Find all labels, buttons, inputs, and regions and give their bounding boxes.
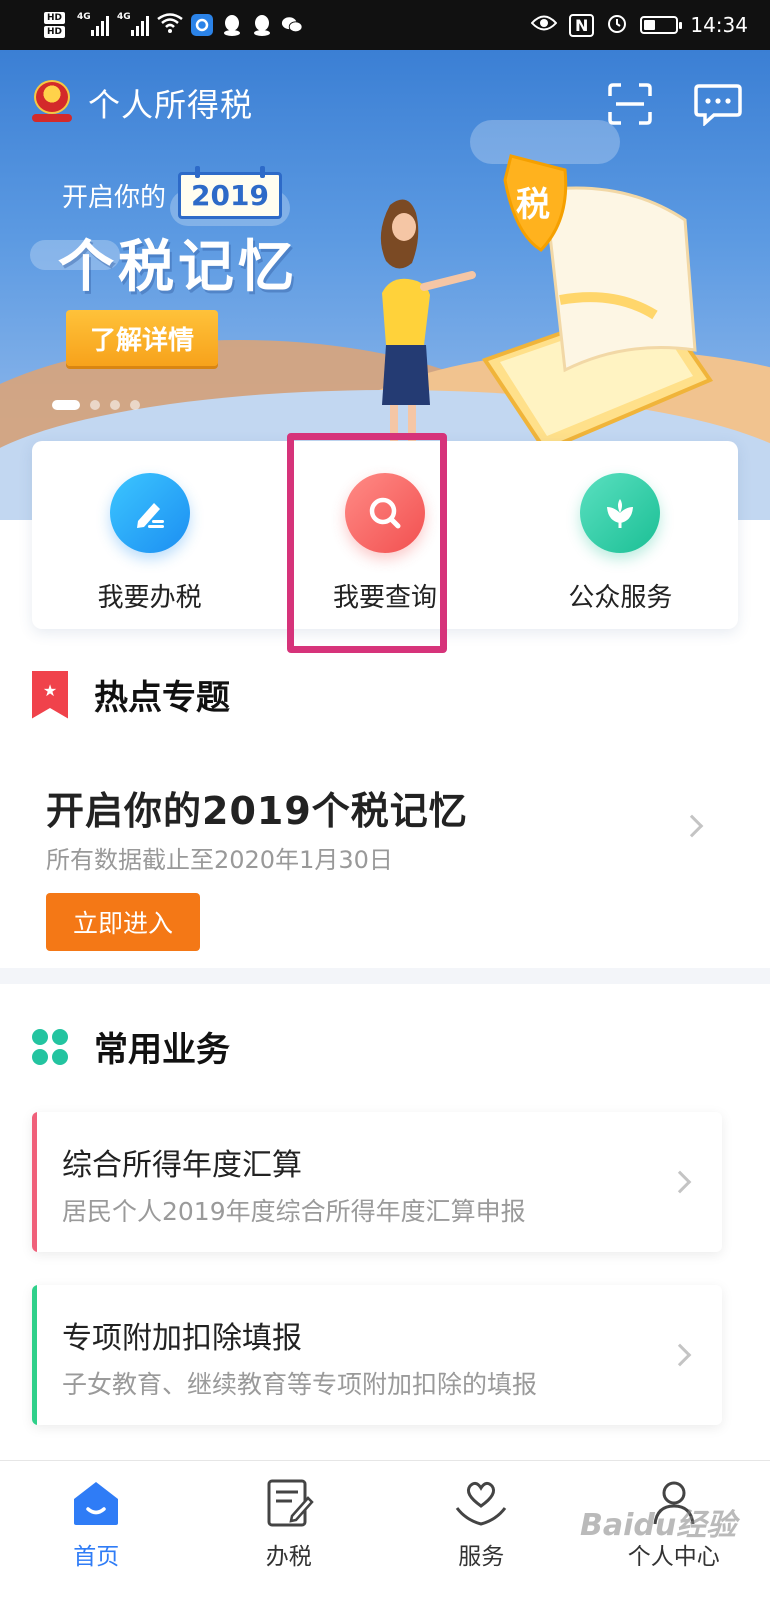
wifi-icon (157, 12, 183, 38)
quick-action-label: 我要办税 (97, 583, 202, 613)
qq-icon (251, 14, 273, 36)
business-item-subtitle: 居民个人2019年度综合所得年度汇算申报 (62, 1197, 526, 1226)
page-dot[interactable] (130, 400, 140, 410)
quick-action-query[interactable]: 我要查询 (267, 441, 502, 629)
hot-topics-header: ★ 热点专题 (32, 670, 230, 719)
tab-tax[interactable]: 办税 (193, 1461, 386, 1600)
tax-emblem-icon (30, 80, 74, 126)
page-dot[interactable] (52, 400, 80, 410)
chevron-right-icon (680, 814, 704, 838)
status-right: N 14:34 (530, 12, 748, 39)
business-item-annual-settlement[interactable]: 综合所得年度汇算 居民个人2019年度综合所得年度汇算申报 (32, 1112, 722, 1252)
search-icon (344, 473, 425, 553)
grid-icon (32, 1028, 68, 1065)
eye-icon (530, 13, 558, 37)
status-bar: HD HD 4G 4G N 14:34 (0, 0, 770, 50)
tab-label: 服务 (458, 1544, 505, 1570)
tax-illustration: 税 (481, 154, 714, 453)
nfc-icon: N (568, 13, 595, 37)
section-title: 热点专题 (94, 678, 230, 718)
bookmark-star-icon: ★ (32, 670, 68, 719)
message-icon (694, 84, 742, 127)
accent-stripe (32, 1112, 37, 1252)
page-dot[interactable] (90, 400, 100, 410)
hd-icon: HD HD (44, 12, 66, 38)
quick-actions-card: 我要办税 我要查询 公众服务 (32, 441, 738, 629)
signal-4g-icon: 4G (77, 12, 110, 36)
tab-label: 首页 (73, 1544, 120, 1570)
quick-action-label: 公众服务 (568, 583, 673, 613)
signal-4g-icon: 4G (117, 12, 150, 36)
common-business-header: 常用业务 (32, 1022, 230, 1071)
year-badge: 2019 (178, 166, 282, 219)
scan-icon (608, 83, 652, 125)
shield-text: 税 (516, 185, 550, 225)
browser-app-icon (191, 14, 214, 36)
tab-label: 办税 (265, 1544, 312, 1570)
business-item-special-deduction[interactable]: 专项附加扣除填报 子女教育、继续教育等专项附加扣除的填报 (32, 1285, 722, 1425)
tab-service[interactable]: 服务 (385, 1461, 578, 1600)
app-header: 个人所得税 (30, 80, 253, 126)
enter-now-button[interactable]: 立即进入 (46, 893, 200, 951)
chevron-right-icon (668, 1170, 692, 1194)
quick-action-public-service[interactable]: 公众服务 (503, 441, 738, 629)
app-title: 个人所得税 (88, 86, 254, 124)
business-item-title: 综合所得年度汇算 (62, 1148, 302, 1183)
promo-pretitle: 开启你的 2019 (62, 166, 282, 219)
promo-pre-text: 开启你的 (62, 183, 167, 213)
wechat-icon (281, 14, 303, 36)
learn-more-button[interactable]: 了解详情 (66, 310, 218, 366)
alarm-icon (606, 12, 628, 39)
tab-label: 个人中心 (627, 1544, 720, 1570)
user-icon (646, 1475, 702, 1531)
quick-action-tax[interactable]: 我要办税 (32, 441, 267, 629)
qq-icon (221, 14, 243, 36)
battery-icon (640, 16, 683, 34)
status-time: 14:34 (690, 13, 748, 37)
accent-stripe (32, 1285, 37, 1425)
promo-title: 个税记忆 (58, 235, 298, 300)
status-left: HD HD 4G 4G (44, 12, 303, 38)
tab-home[interactable]: 首页 (0, 1461, 193, 1600)
business-item-subtitle: 子女教育、继续教育等专项附加扣除的填报 (62, 1370, 538, 1399)
heart-hand-icon (453, 1475, 509, 1531)
quick-action-label: 我要查询 (332, 583, 437, 613)
page-dot[interactable] (110, 400, 120, 410)
topic-title: 开启你的2019个税记忆 (46, 789, 468, 833)
scan-button[interactable] (606, 82, 654, 126)
message-button[interactable] (694, 82, 742, 127)
home-icon (68, 1475, 124, 1531)
business-item-title: 专项附加扣除填报 (62, 1321, 302, 1356)
banner-page-dots (52, 400, 140, 410)
tab-profile[interactable]: 个人中心 (578, 1461, 770, 1600)
chevron-right-icon (668, 1343, 692, 1367)
section-divider (0, 968, 770, 984)
flower-icon (580, 473, 661, 553)
bottom-tab-bar: 首页 办税 服务 个人中心 (0, 1460, 770, 1600)
document-edit-icon (261, 1475, 317, 1531)
topic-subtitle: 所有数据截止至2020年1月30日 (46, 846, 393, 874)
edit-icon (109, 473, 190, 553)
section-title: 常用业务 (94, 1030, 230, 1070)
